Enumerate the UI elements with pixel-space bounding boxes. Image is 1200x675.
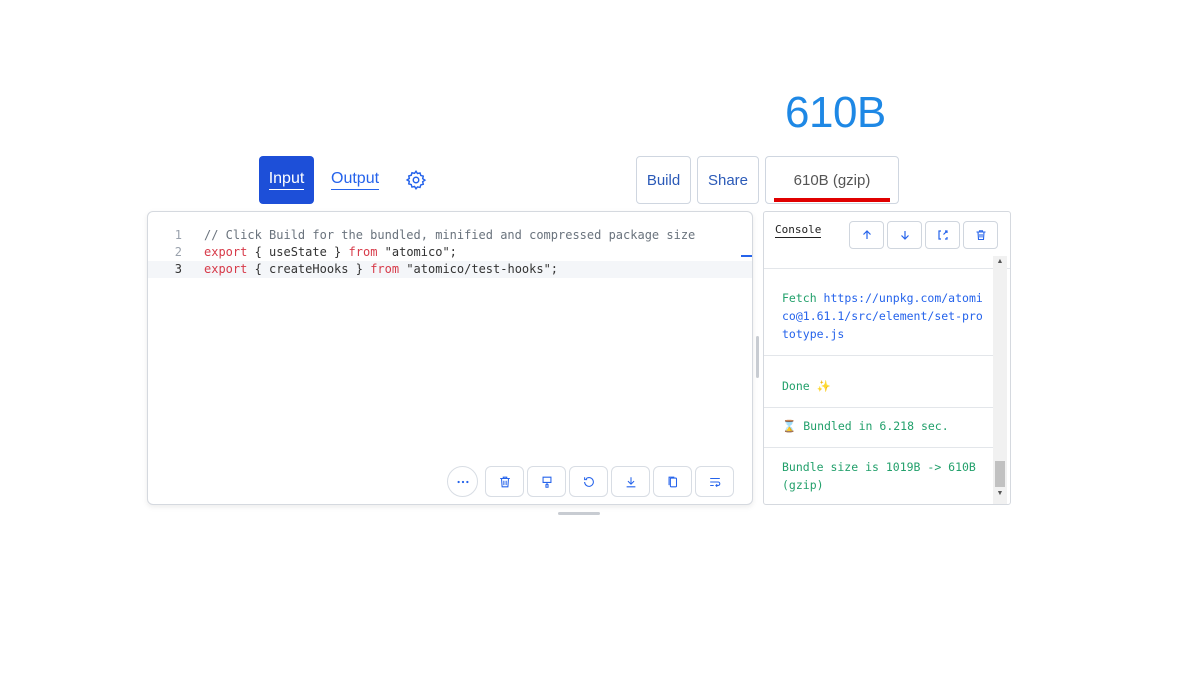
reset-icon [583,476,594,487]
format-button[interactable] [527,466,566,497]
code-line[interactable]: 1 // Click Build for the bundled, minifi… [148,227,752,244]
code-text: { createHooks } [247,262,371,276]
code-keyword: export [204,262,248,276]
tab-output[interactable]: Output [331,170,380,190]
log-entry: Bundle size is 1019B -> 610B (gzip) [764,446,993,504]
console-header: Console [764,212,1010,269]
delete-button[interactable] [485,466,524,497]
more-button[interactable] [447,466,478,497]
text-cursor [741,255,752,257]
console-scrollbar-thumb[interactable] [995,461,1005,487]
code-keyword: from [370,262,400,276]
console-title[interactable]: Console [775,223,822,238]
log-entry: ⌛ Bundled in 6.218 sec. [764,405,993,448]
code-comment: // Click Build for the bundled, minified… [204,228,696,242]
build-button[interactable]: Build [636,156,691,204]
scroll-up-arrow-icon[interactable]: ▲ [993,256,1007,268]
console-scrollbar[interactable]: ▲ ▼ [993,256,1007,504]
bundle-size-display: 610B [785,88,886,137]
arrow-up-icon [862,230,871,239]
code-line[interactable]: 2 export { useState } from "atomico"; [148,244,752,261]
gzip-size-button[interactable]: 610B (gzip) [765,156,899,204]
arrow-down-icon [900,231,909,240]
expand-icon [937,230,948,240]
code-keyword: export [204,245,248,259]
more-icon [456,480,469,483]
highlight-underline [774,198,890,202]
copy-button[interactable] [653,466,692,497]
editor-scrollbar[interactable] [756,336,759,378]
clear-console-button[interactable] [963,221,998,249]
trash-icon [499,476,510,487]
wrap-icon [709,477,720,487]
share-button[interactable]: Share [697,156,759,204]
expand-button[interactable] [925,221,960,249]
reset-button[interactable] [569,466,608,497]
wrap-button[interactable] [695,466,734,497]
line-number: 2 [174,245,182,259]
code-editor[interactable]: 1 // Click Build for the bundled, minifi… [147,211,753,505]
code-string: "atomico"; [377,245,457,259]
code-line-active[interactable]: 3 export { createHooks } from "atomico/t… [148,261,752,278]
settings-gear-icon[interactable] [405,169,427,191]
copy-icon [668,476,677,487]
log-entry: Fetch https://unpkg.com/atomico@1.61.1/s… [764,277,993,356]
log-entry: Done ✨ [764,365,993,408]
download-icon [626,476,635,487]
console-log-list[interactable]: Fetch https://unpkg.com/atomico@1.61.1/s… [764,269,993,504]
clear-icon [976,230,985,241]
tab-input-label: Input [268,170,305,190]
code-text: { useState } [247,245,349,259]
scroll-down-arrow-icon[interactable]: ▼ [993,488,1007,500]
line-number: 1 [174,228,182,242]
code-string: "atomico/test-hooks"; [399,262,559,276]
scroll-down-button[interactable] [887,221,922,249]
code-keyword: from [348,245,378,259]
log-prefix: Fetch [782,291,824,305]
download-button[interactable] [611,466,650,497]
console-panel: Console Fetch https://unpkg.com/atomico@… [763,211,1011,505]
tab-input[interactable]: Input [259,156,314,204]
line-number: 3 [174,262,182,276]
format-icon [542,476,551,488]
scroll-up-button[interactable] [849,221,884,249]
resize-handle[interactable] [558,512,600,515]
